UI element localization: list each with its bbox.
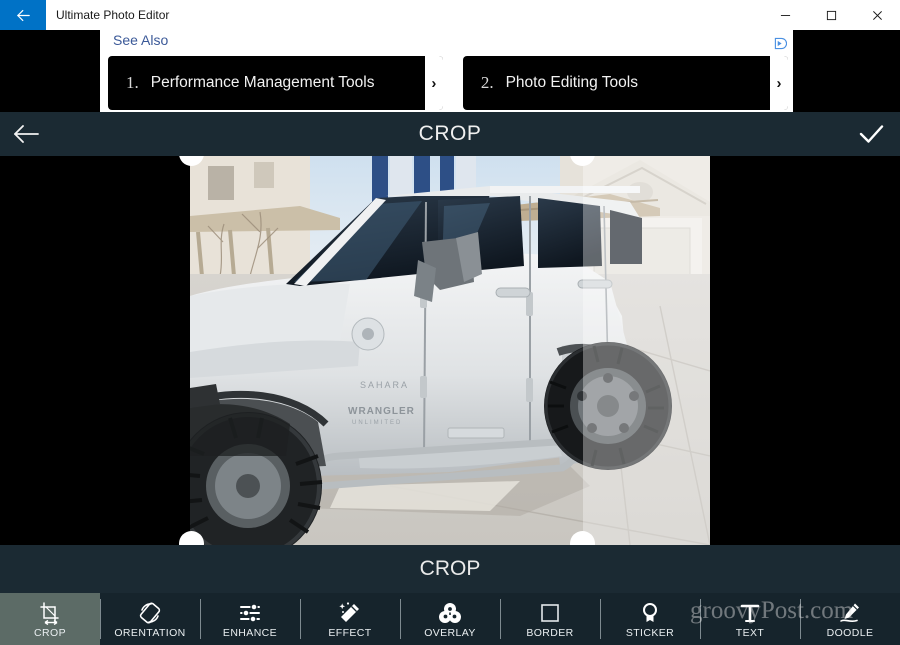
maximize-icon — [826, 10, 836, 20]
tool-label: STICKER — [625, 626, 675, 639]
photo-image[interactable]: SAHARA WRANGLER UNLIMITED — [190, 156, 710, 545]
editor-header-bar: CROP — [0, 112, 900, 156]
crop-icon — [38, 600, 62, 626]
tool-label: ORENTATION — [114, 626, 186, 639]
tool-strip: CROP ORENTATION ENHANCE EFFECT OVERLAY B… — [0, 593, 900, 645]
sliders-icon — [238, 600, 262, 626]
rotate-icon — [138, 600, 162, 626]
tool-label: OVERLAY — [424, 626, 476, 639]
window-title-bar: Ultimate Photo Editor — [0, 0, 900, 30]
ad-card-arrow-icon[interactable]: › — [424, 56, 443, 110]
overlay-icon — [438, 600, 462, 626]
tool-label: ENHANCE — [222, 626, 278, 639]
tool-doodle[interactable]: DOODLE — [800, 593, 900, 645]
ad-card-list: 1. Performance Management Tools › 2. Pho… — [108, 56, 788, 110]
svg-text:SAHARA: SAHARA — [360, 380, 409, 390]
text-icon — [738, 600, 762, 626]
tool-sticker[interactable]: STICKER — [600, 593, 700, 645]
ad-card-arrow-icon[interactable]: › — [770, 56, 788, 110]
svg-text:WRANGLER: WRANGLER — [348, 406, 415, 417]
arrow-left-icon — [16, 9, 30, 21]
close-button[interactable] — [854, 0, 900, 30]
magic-wand-icon — [338, 600, 362, 626]
square-icon — [538, 600, 562, 626]
adchoices-icon[interactable] — [774, 37, 787, 50]
mode-label: CROP — [419, 557, 481, 580]
tool-border[interactable]: BORDER — [500, 593, 600, 645]
tool-label: BORDER — [526, 626, 574, 639]
svg-text:UNLIMITED: UNLIMITED — [352, 420, 402, 426]
tool-effect[interactable]: EFFECT — [300, 593, 400, 645]
tool-crop[interactable]: CROP — [0, 593, 100, 645]
ad-card-text: Photo Editing Tools — [505, 74, 638, 91]
page-title: CROP — [418, 122, 482, 145]
window-title: Ultimate Photo Editor — [56, 8, 170, 22]
window-back-button[interactable] — [0, 0, 46, 30]
tool-label: TEXT — [735, 626, 765, 639]
mode-label-bar: CROP — [0, 545, 900, 593]
ad-card-number: 2. — [480, 73, 494, 92]
tool-orientation[interactable]: ORENTATION — [100, 593, 200, 645]
minimize-button[interactable] — [762, 0, 808, 30]
ad-card-number: 1. — [126, 73, 139, 92]
ad-card-text: Performance Management Tools — [150, 74, 375, 91]
close-icon — [872, 10, 882, 20]
editor-canvas[interactable]: SAHARA WRANGLER UNLIMITED — [0, 156, 900, 545]
pencil-icon — [838, 600, 862, 626]
app-window: Ultimate Photo Editor See Also 1. Perfor… — [0, 0, 900, 645]
maximize-button[interactable] — [808, 0, 854, 30]
check-icon — [859, 125, 883, 143]
tool-label: DOODLE — [826, 626, 874, 639]
confirm-crop-button[interactable] — [848, 112, 894, 156]
tool-overlay[interactable]: OVERLAY — [400, 593, 500, 645]
ad-card-1[interactable]: 1. Performance Management Tools › — [108, 56, 443, 110]
window-controls — [762, 0, 900, 30]
tool-label: EFFECT — [328, 626, 372, 639]
jeep-photo-graphic: SAHARA WRANGLER UNLIMITED — [190, 156, 710, 545]
minimize-icon — [780, 14, 790, 16]
ad-card-2[interactable]: 2. Photo Editing Tools › — [462, 56, 788, 110]
tool-text[interactable]: TEXT — [700, 593, 800, 645]
tool-enhance[interactable]: ENHANCE — [200, 593, 300, 645]
advertisement-banner: See Also 1. Performance Management Tools… — [100, 30, 793, 112]
tool-label: CROP — [34, 626, 66, 639]
ad-see-also-label: See Also — [113, 32, 169, 48]
sticker-icon — [638, 600, 662, 626]
